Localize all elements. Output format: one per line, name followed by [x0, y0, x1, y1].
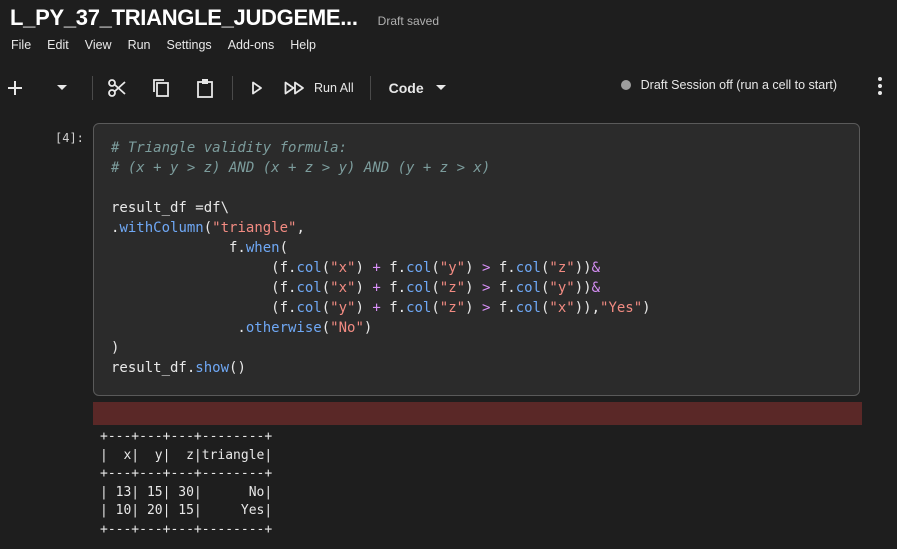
cell-type-value: Code [388, 80, 424, 96]
menu-add-ons[interactable]: Add-ons [228, 38, 275, 52]
menu-run[interactable]: Run [128, 38, 151, 52]
caret-down-icon [57, 85, 67, 90]
cut-button[interactable] [102, 72, 132, 104]
table-border: +---+---+---+--------+ [100, 521, 273, 537]
fast-forward-icon [284, 81, 304, 95]
run-all-label: Run All [314, 81, 354, 95]
cell-type-select[interactable]: Code [389, 72, 446, 104]
execution-count: [4]: [55, 131, 84, 145]
save-status: Draft saved [377, 14, 440, 28]
menu-settings[interactable]: Settings [167, 38, 212, 52]
table-row: | 10| 20| 15| Yes| [100, 503, 273, 518]
copy-icon [153, 79, 169, 97]
code-string: "y" [549, 280, 575, 296]
scissors-icon [108, 79, 126, 97]
session-status[interactable]: Draft Session off (run a cell to start) [620, 78, 837, 92]
code-string: "Yes" [600, 300, 643, 316]
code-string: "y" [330, 300, 356, 316]
menu-bar: File Edit View Run Settings Add-ons Help [11, 38, 316, 52]
code-cell[interactable]: # Triangle validity formula: # (x + y > … [93, 123, 860, 396]
notebook-title[interactable]: L_PY_37_TRIANGLE_JUDGEME... [10, 5, 358, 31]
toolbar-divider [232, 76, 233, 100]
kebab-menu-icon [878, 77, 882, 95]
add-cell-dropdown[interactable] [48, 72, 76, 104]
code-comment: # Triangle validity formula: [111, 140, 348, 156]
table-border: +---+---+---+--------+ [100, 429, 273, 444]
code-editor[interactable]: # Triangle validity formula: # (x + y > … [111, 138, 651, 378]
table-row: | 13| 15| 30| No| [100, 484, 273, 500]
code-string: "No" [330, 320, 364, 336]
table-border: +---+---+---+--------+ [100, 466, 273, 481]
plus-icon [8, 81, 22, 95]
table-header: | x| y| z|triangle| [100, 447, 273, 463]
cell-output: +---+---+---+--------+ | x| y| z|triangl… [100, 428, 272, 539]
session-status-text: Draft Session off (run a cell to start) [640, 78, 837, 92]
code-string: "triangle" [212, 220, 297, 236]
paste-button[interactable] [190, 72, 220, 104]
menu-help[interactable]: Help [290, 38, 316, 52]
code-string: "z" [439, 280, 466, 296]
code-string: "z" [549, 260, 575, 276]
stderr-output-bar [93, 402, 862, 425]
clipboard-icon [197, 79, 213, 98]
code-string: "x" [330, 280, 356, 296]
code-string: "y" [439, 260, 466, 276]
menu-file[interactable]: File [11, 38, 31, 52]
toolbar-divider [92, 76, 93, 100]
code-comment: # (x + y > z) AND (x + z > y) AND (y + z… [111, 160, 491, 176]
menu-view[interactable]: View [85, 38, 112, 52]
run-all-button[interactable]: Run All [284, 72, 354, 104]
code-string: "x" [549, 300, 575, 316]
menu-edit[interactable]: Edit [47, 38, 69, 52]
caret-down-icon [435, 85, 446, 90]
toolbar-divider [369, 76, 371, 100]
session-indicator-icon [620, 80, 631, 90]
title-bar: L_PY_37_TRIANGLE_JUDGEME... Draft saved [10, 5, 439, 31]
copy-button[interactable] [146, 72, 176, 104]
more-options-button[interactable] [877, 76, 883, 101]
code-string: "x" [330, 260, 356, 276]
code-string: "z" [439, 300, 466, 316]
play-icon [252, 81, 262, 95]
run-cell-button[interactable] [242, 72, 272, 104]
add-cell-button[interactable] [0, 72, 30, 104]
